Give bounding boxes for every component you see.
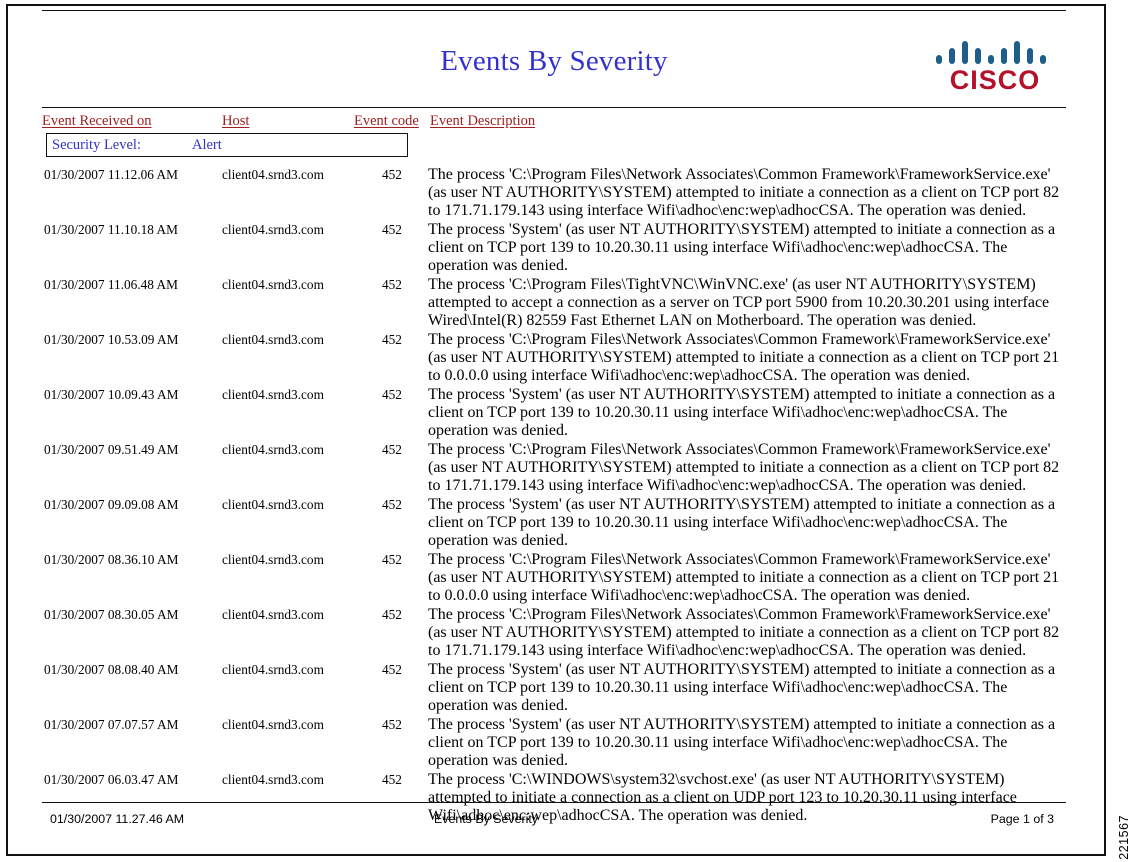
table-row: 01/30/2007 10.53.09 AM client04.srnd3.com… [42,331,1066,385]
cell-host: client04.srnd3.com [222,662,324,677]
footer-page-number: Page 1 of 3 [990,812,1054,826]
column-header-event-code: Event code [354,113,419,129]
cell-host: client04.srnd3.com [222,387,324,402]
table-row: 01/30/2007 10.09.43 AM client04.srnd3.com… [42,386,1066,440]
cell-received-on: 01/30/2007 08.08.40 AM [44,662,179,677]
table-row: 01/30/2007 07.07.57 AM client04.srnd3.com… [42,716,1066,770]
cell-event-code: 452 [382,332,402,347]
table-row: 01/30/2007 08.36.10 AM client04.srnd3.com… [42,551,1066,605]
cell-received-on: 01/30/2007 11.12.06 AM [44,167,178,182]
cisco-logo-bar-2 [949,48,955,64]
table-column-headers: Event Received on Host Event code Event … [42,108,1066,132]
cell-received-on: 01/30/2007 09.09.08 AM [44,497,179,512]
cell-event-description: The process 'C:\Program Files\Network As… [428,551,1060,604]
figure-id: 221567 [1117,815,1131,860]
cell-host: client04.srnd3.com [222,277,324,292]
table-row: 01/30/2007 09.09.08 AM client04.srnd3.com… [42,496,1066,550]
cell-received-on: 01/30/2007 09.51.49 AM [44,442,179,457]
cell-host: client04.srnd3.com [222,772,324,787]
cell-event-code: 452 [382,772,402,787]
cell-event-description: The process 'System' (as user NT AUTHORI… [428,716,1056,769]
cell-host: client04.srnd3.com [222,552,324,567]
cell-event-code: 452 [382,277,402,292]
cell-event-description: The process 'System' (as user NT AUTHORI… [428,221,1056,274]
table-row: 01/30/2007 11.06.48 AM client04.srnd3.com… [42,276,1066,330]
cisco-wordmark: CISCO [949,65,1041,95]
cell-received-on: 01/30/2007 10.09.43 AM [44,387,179,402]
cell-event-description: The process 'C:\Program Files\Network As… [428,441,1060,494]
footer-report-title: Events By Severity [434,812,538,826]
cell-event-code: 452 [382,607,402,622]
cell-event-description: The process 'System' (as user NT AUTHORI… [428,496,1056,549]
cell-event-code: 452 [382,497,402,512]
cell-received-on: 01/30/2007 11.10.18 AM [44,222,178,237]
table-row: 01/30/2007 08.30.05 AM client04.srnd3.com… [42,606,1066,660]
cell-received-on: 01/30/2007 10.53.09 AM [44,332,179,347]
cisco-logo-bar-5 [988,55,994,64]
cell-host: client04.srnd3.com [222,167,324,182]
cell-event-code: 452 [382,552,402,567]
column-header-event-description: Event Description [430,113,536,129]
column-header-host: Host [222,113,250,129]
cisco-logo-bar-8 [1027,48,1033,64]
security-level-value: Alert [192,137,222,153]
cell-event-description: The process 'C:\Program Files\Network As… [428,166,1060,219]
cell-event-code: 452 [382,717,402,732]
cell-host: client04.srnd3.com [222,222,324,237]
cell-event-code: 452 [382,222,402,237]
cisco-logo-bar-1 [936,55,942,64]
cisco-logo: CISCO [932,39,1058,95]
events-table: 01/30/2007 11.12.06 AM client04.srnd3.com… [42,166,1066,825]
cisco-logo-bar-4 [975,48,981,64]
cell-event-description: The process 'C:\Program Files\Network As… [428,331,1060,384]
cell-event-description: The process 'C:\Program Files\Network As… [428,606,1060,659]
page-title: Events By Severity [440,45,668,77]
cell-received-on: 01/30/2007 08.36.10 AM [44,552,179,567]
footer-generated-timestamp: 01/30/2007 11.27.46 AM [50,812,185,826]
cell-host: client04.srnd3.com [222,607,324,622]
cell-received-on: 01/30/2007 08.30.05 AM [44,607,179,622]
cell-event-code: 452 [382,442,402,457]
cell-event-description: The process 'C:\Program Files\TightVNC\W… [428,276,1050,329]
cisco-logo-bars [936,39,1054,64]
report-page: Events By Severity CISCO Event Received … [0,0,1135,862]
footer-divider-rule [42,802,1066,803]
table-row: 01/30/2007 11.12.06 AM client04.srnd3.com… [42,166,1066,220]
table-row: 01/30/2007 08.08.40 AM client04.srnd3.com… [42,661,1066,715]
cisco-logo-bar-6 [1001,48,1007,64]
cell-received-on: 01/30/2007 06.03.47 AM [44,772,179,787]
table-row: 01/30/2007 11.10.18 AM client04.srnd3.com… [42,221,1066,275]
cell-event-description: The process 'System' (as user NT AUTHORI… [428,386,1056,439]
cell-host: client04.srnd3.com [222,497,324,512]
report-header: Events By Severity CISCO [42,10,1066,107]
cell-host: client04.srnd3.com [222,442,324,457]
cell-host: client04.srnd3.com [222,717,324,732]
report-content: Events By Severity CISCO Event Received … [42,10,1066,846]
cell-event-code: 452 [382,387,402,402]
cell-event-code: 452 [382,167,402,182]
cell-event-description: The process 'System' (as user NT AUTHORI… [428,661,1056,714]
cisco-logo-bar-9 [1040,55,1046,64]
cisco-logo-bar-3 [962,41,968,64]
cisco-logo-bar-7 [1014,41,1020,64]
cell-event-code: 452 [382,662,402,677]
cell-received-on: 01/30/2007 07.07.57 AM [44,717,179,732]
table-row: 01/30/2007 09.51.49 AM client04.srnd3.com… [42,441,1066,495]
cell-host: client04.srnd3.com [222,332,324,347]
security-level-group: Security Level: Alert [46,133,408,157]
column-header-received-on: Event Received on [42,113,152,129]
security-level-label: Security Level: [52,137,141,153]
report-footer: 01/30/2007 11.27.46 AM Events By Severit… [42,812,1066,836]
cell-received-on: 01/30/2007 11.06.48 AM [44,277,178,292]
